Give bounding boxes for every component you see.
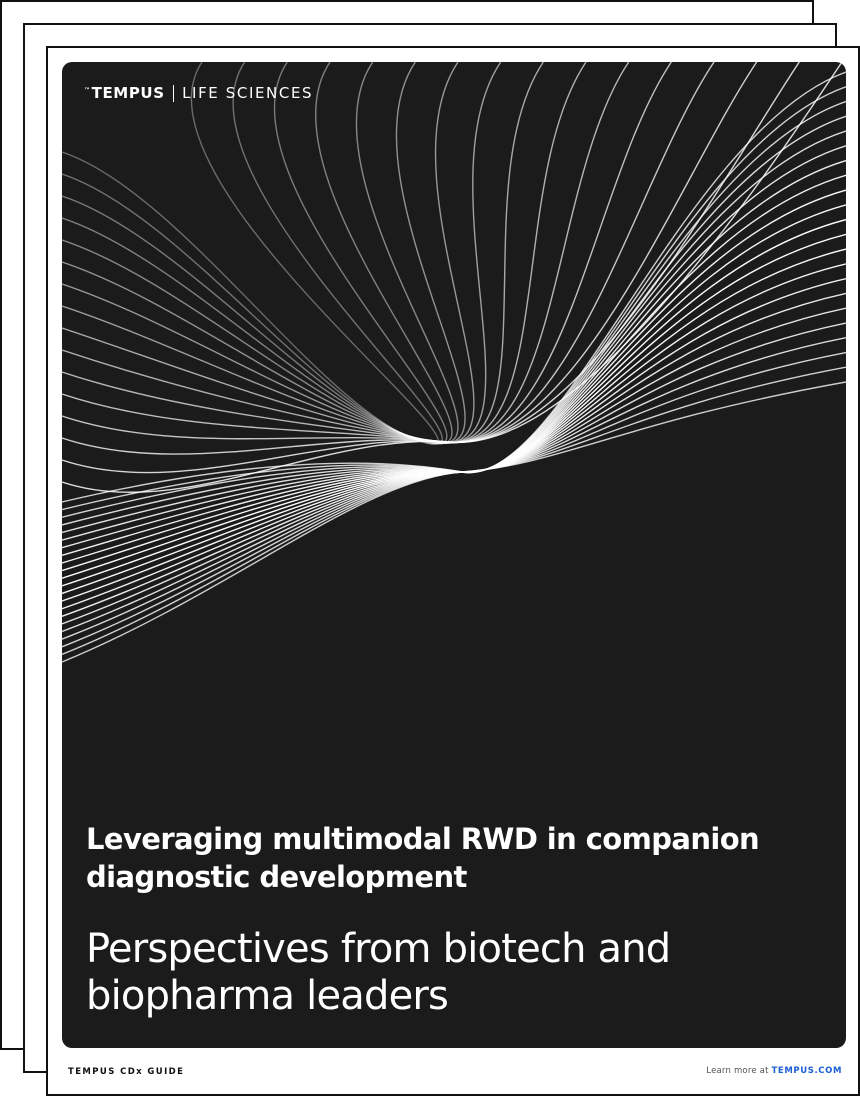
wave-line [62, 204, 846, 572]
tempus-logo: ™TEMPUS [84, 84, 165, 102]
wave-line [62, 307, 846, 625]
wave-line [62, 292, 846, 617]
wave-line [62, 62, 630, 444]
wave-lines-graphic [62, 62, 846, 663]
brand-header: ™TEMPUS LIFE SCIENCES [84, 84, 313, 102]
wave-line [62, 189, 846, 564]
wave-line [62, 278, 846, 610]
wave-line [62, 62, 758, 455]
learn-more: Learn more at TEMPUS.COM [706, 1066, 842, 1076]
brand-division: LIFE SCIENCES [182, 84, 314, 102]
wave-line [62, 62, 439, 445]
brand-separator [172, 84, 175, 102]
document-subtitle: Leveraging multimodal RWD in companion d… [86, 822, 760, 894]
wave-line [62, 218, 846, 579]
wave-line [62, 145, 846, 541]
wave-line [62, 351, 846, 648]
wave-line [62, 366, 846, 656]
wave-line [62, 62, 443, 445]
wave-line [62, 62, 475, 444]
document-title: Perspectives from biotech and biopharma … [86, 926, 671, 1019]
wave-line [62, 62, 459, 445]
wave-line [62, 381, 846, 663]
document-cover: ™TEMPUS LIFE SCIENCES Leveraging multimo… [62, 62, 846, 1048]
wave-line [62, 62, 587, 444]
learn-more-text: Learn more at [706, 1066, 769, 1076]
tempus-link[interactable]: TEMPUS.COM [772, 1066, 842, 1076]
guide-label: TEMPUS CDx GUIDE [68, 1067, 185, 1077]
